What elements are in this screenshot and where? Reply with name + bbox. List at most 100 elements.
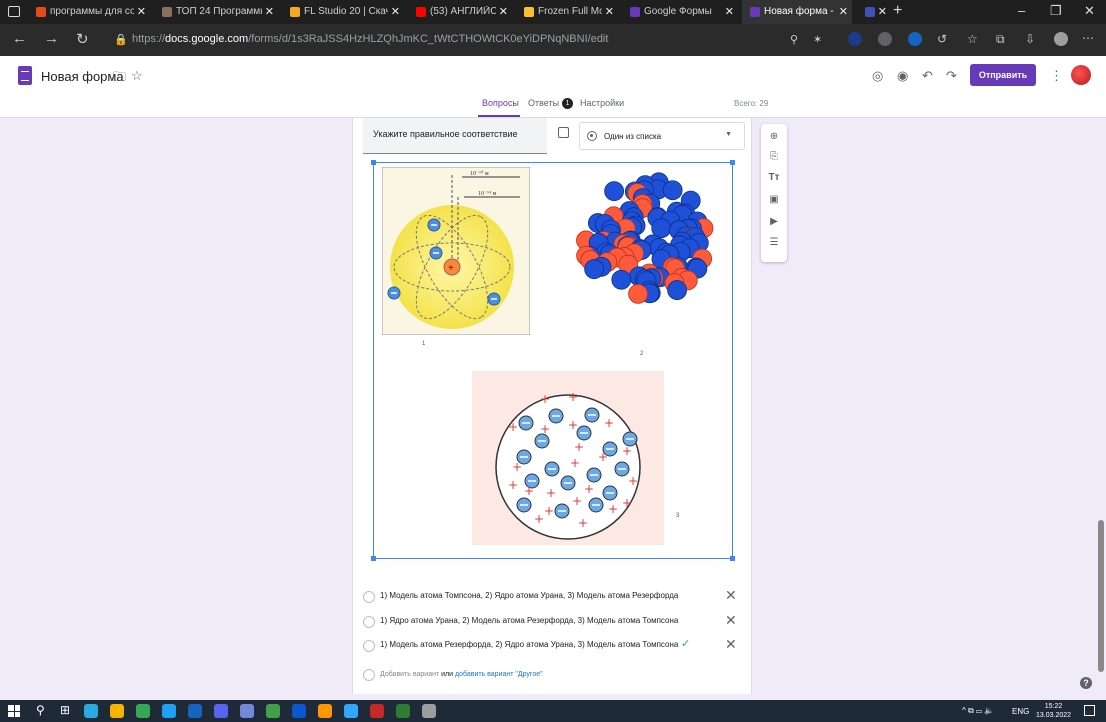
question-title-field[interactable]: Укажите правильное соответствие xyxy=(363,118,547,154)
taskbar-app-icon[interactable] xyxy=(422,704,436,718)
taskbar-app-icon[interactable] xyxy=(266,704,280,718)
zoom-icon[interactable]: ⚲ xyxy=(790,33,798,46)
tab-settings[interactable]: Настройки xyxy=(580,98,624,108)
resize-handle[interactable] xyxy=(371,556,376,561)
remove-option-icon[interactable]: ✕ xyxy=(725,636,737,653)
browser-tab[interactable]: программы для соз ✕ xyxy=(28,0,150,24)
url-field[interactable]: 🔒 https://docs.google.com/forms/d/1s3RaJ… xyxy=(108,29,838,51)
close-tab-icon[interactable]: ✕ xyxy=(499,5,508,18)
tab-responses[interactable]: Ответы 1 xyxy=(528,98,574,110)
reload-icon[interactable]: ↻ xyxy=(76,30,89,48)
close-tab-icon[interactable]: ✕ xyxy=(137,5,146,18)
import-questions-icon[interactable]: ⎘ xyxy=(768,151,780,162)
taskbar-app-icon[interactable] xyxy=(240,704,254,718)
taskbar-app-icon[interactable] xyxy=(214,704,228,718)
question-type-select[interactable]: Один из списка ▼ xyxy=(579,122,745,150)
remove-option-icon[interactable]: ✕ xyxy=(725,587,737,604)
taskbar-app-icon[interactable] xyxy=(318,704,332,718)
scrollbar-thumb[interactable] xyxy=(1098,520,1104,672)
close-tab-icon[interactable]: ✕ xyxy=(839,5,848,18)
favorites-icon[interactable]: ☆ xyxy=(967,32,978,46)
preview-icon[interactable]: ◉ xyxy=(897,68,908,84)
close-tab-icon[interactable]: ✕ xyxy=(265,5,274,18)
close-window-icon[interactable]: ✕ xyxy=(1084,3,1095,19)
resize-handle[interactable] xyxy=(371,160,376,165)
browser-tab[interactable]: FL Studio 20 | Скача ✕ xyxy=(282,0,404,24)
taskbar-app-icon[interactable] xyxy=(396,704,410,718)
help-icon[interactable]: ? xyxy=(1080,677,1092,689)
answer-option[interactable]: 1) Ядро атома Урана, 2) Модель атома Рез… xyxy=(363,612,747,634)
new-tab-icon[interactable]: + xyxy=(893,2,902,20)
extension-icon[interactable] xyxy=(878,32,892,46)
form-title[interactable]: Новая форма xyxy=(41,69,124,84)
add-video-icon[interactable]: ▶ xyxy=(768,216,780,227)
option-text[interactable]: 1) Модель атома Томпсона, 2) Ядро атома … xyxy=(380,591,678,600)
translate-icon[interactable]: ✶ xyxy=(813,33,822,46)
collections-icon[interactable]: ⧉ xyxy=(996,32,1005,47)
windows-start-icon[interactable] xyxy=(8,705,20,717)
add-option-link[interactable]: Добавить вариант xyxy=(380,671,439,678)
add-image-icon[interactable]: ▣ xyxy=(768,194,780,205)
taskbar-app-icon[interactable] xyxy=(292,704,306,718)
profile-icon[interactable] xyxy=(1054,32,1068,46)
resize-handle[interactable] xyxy=(730,160,735,165)
browser-tab[interactable]: Google Формы ✕ xyxy=(622,0,738,24)
extension-icon[interactable] xyxy=(848,32,862,46)
tab-questions[interactable]: Вопросы xyxy=(482,98,519,108)
add-question-icon[interactable]: ⊕ xyxy=(768,131,780,142)
task-view-icon[interactable]: ⊞ xyxy=(60,703,70,717)
move-to-folder-icon[interactable]: 🗀 xyxy=(113,68,126,90)
browser-tab[interactable]: Frozen Full Movies o✕ xyxy=(516,0,618,24)
remove-option-icon[interactable]: ✕ xyxy=(725,612,737,629)
browser-tab[interactable]: ТОП 24 Программы ✕ xyxy=(154,0,278,24)
language-indicator[interactable]: ENG xyxy=(1012,707,1029,716)
taskbar-app-icon[interactable] xyxy=(188,704,202,718)
add-image-icon[interactable] xyxy=(558,127,569,138)
taskbar-app-icon[interactable] xyxy=(162,704,176,718)
add-other-link[interactable]: добавить вариант "Другое" xyxy=(455,671,543,678)
tab-actions-icon[interactable] xyxy=(8,6,20,17)
taskbar-app-icon[interactable] xyxy=(344,704,358,718)
option-text[interactable]: 1) Модель атома Резерфорда, 2) Ядро атом… xyxy=(380,640,678,649)
taskbar-app-icon[interactable] xyxy=(370,704,384,718)
close-tab-icon[interactable]: ✕ xyxy=(391,5,400,18)
clock[interactable]: 15:22 13.03.2022 xyxy=(1036,702,1071,720)
add-section-icon[interactable]: ☰ xyxy=(768,237,780,248)
undo-icon[interactable]: ↶ xyxy=(922,68,933,84)
search-icon[interactable]: ⚲ xyxy=(36,703,45,717)
palette-icon[interactable]: ◎ xyxy=(872,68,883,84)
browser-tab[interactable]: Тесты по теме: "Пер✕ xyxy=(857,0,891,24)
taskbar-app-icon[interactable] xyxy=(84,704,98,718)
downloads-icon[interactable]: ⇩ xyxy=(1025,32,1035,46)
google-forms-icon[interactable] xyxy=(18,66,32,85)
close-tab-icon[interactable]: ✕ xyxy=(605,5,614,18)
star-icon[interactable]: ☆ xyxy=(131,68,143,84)
option-radio[interactable] xyxy=(363,591,375,603)
add-title-icon[interactable]: Tт xyxy=(768,172,780,183)
answer-option[interactable]: 1) Модель атома Томпсона, 2) Ядро атома … xyxy=(363,587,747,609)
close-tab-icon[interactable]: ✕ xyxy=(878,5,887,18)
back-icon[interactable]: ← xyxy=(12,30,27,47)
taskbar-app-icon[interactable] xyxy=(136,704,150,718)
system-tray-icons[interactable]: ^ ⧉ ▭ 🔈 xyxy=(962,706,994,716)
send-button[interactable]: Отправить xyxy=(970,64,1036,86)
browser-tab[interactable]: Новая форма - Goo✕ xyxy=(742,0,852,24)
forward-icon[interactable]: → xyxy=(44,30,59,47)
option-text[interactable]: 1) Ядро атома Урана, 2) Модель атома Рез… xyxy=(380,616,678,625)
extension-icon[interactable] xyxy=(908,32,922,46)
answer-option[interactable]: 1) Модель атома Резерфорда, 2) Ядро атом… xyxy=(363,636,747,658)
option-radio[interactable] xyxy=(363,616,375,628)
redo-icon[interactable]: ↷ xyxy=(946,68,957,84)
taskbar-app-icon[interactable] xyxy=(110,704,124,718)
more-vert-icon[interactable]: ⋮ xyxy=(1050,68,1063,84)
question-card[interactable]: Укажите правильное соответствие Один из … xyxy=(352,118,752,694)
refresh-extension-icon[interactable]: ↺ xyxy=(937,32,947,46)
option-radio[interactable] xyxy=(363,640,375,652)
browser-tab[interactable]: (53) АНГЛИЙСКИЙ✕ xyxy=(408,0,512,24)
resize-handle[interactable] xyxy=(730,556,735,561)
close-tab-icon[interactable]: ✕ xyxy=(725,5,734,18)
avatar[interactable] xyxy=(1071,65,1091,85)
minimize-icon[interactable]: – xyxy=(1018,3,1025,18)
question-image[interactable]: 10⁻¹⁰ м 10⁻¹⁴ м + 1 2 + + + + + + + + + … xyxy=(371,160,735,561)
notifications-icon[interactable] xyxy=(1084,705,1095,716)
